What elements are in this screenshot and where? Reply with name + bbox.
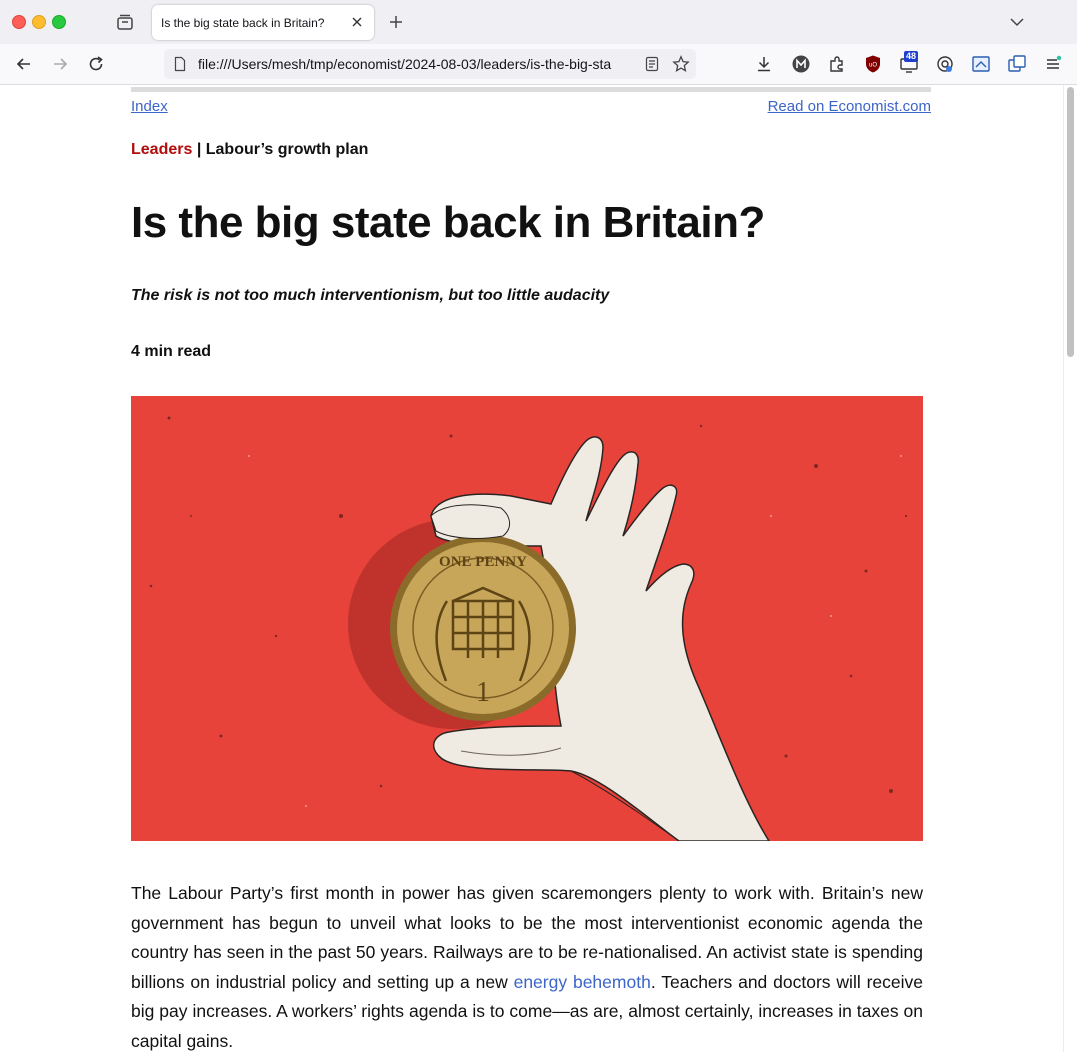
page-icon	[174, 56, 186, 72]
ublock-shield-icon[interactable]: uO	[863, 54, 883, 74]
navigation-toolbar: file:///Users/mesh/tmp/economist/2024-08…	[0, 44, 1077, 85]
tab-title: Is the big state back in Britain?	[161, 16, 325, 30]
extensions-puzzle-icon[interactable]	[827, 54, 847, 74]
notification-badge: 48	[904, 51, 919, 62]
reload-icon[interactable]	[86, 54, 106, 74]
account-m-icon[interactable]	[791, 54, 811, 74]
reader-view-icon[interactable]	[644, 56, 660, 72]
page-viewport: Index Read on Economist.com Leaders | La…	[0, 85, 1063, 1052]
article-headline: Is the big state back in Britain?	[131, 198, 765, 247]
read-on-economist-link[interactable]: Read on Economist.com	[768, 98, 931, 115]
chevron-down-icon[interactable]	[1008, 13, 1026, 31]
multi-window-icon[interactable]	[1007, 54, 1027, 74]
url-text[interactable]: file:///Users/mesh/tmp/economist/2024-08…	[198, 56, 638, 72]
scrollbar-thumb[interactable]	[1067, 87, 1074, 357]
tab-overview-icon[interactable]	[116, 13, 134, 31]
active-tab[interactable]: Is the big state back in Britain?	[152, 5, 374, 40]
section-label: Leaders	[131, 141, 193, 158]
energy-behemoth-link[interactable]: energy behemoth	[514, 972, 651, 992]
downloads-icon[interactable]	[754, 54, 774, 74]
rubric-title: Labour’s growth plan	[205, 141, 369, 158]
back-arrow-icon[interactable]	[14, 54, 34, 74]
coin-legend-text: ONE PENNY	[439, 554, 527, 570]
app-menu-icon[interactable]	[1043, 54, 1063, 74]
tracker-icon[interactable]	[935, 54, 955, 74]
top-divider	[131, 87, 931, 92]
coin-numeral: 1	[476, 677, 490, 708]
index-link[interactable]: Index	[131, 98, 168, 115]
monitor-extension-button[interactable]: 48	[899, 51, 921, 74]
tab-bar: Is the big state back in Britain?	[0, 0, 1077, 44]
hero-illustration: ONE PENNY 1	[131, 396, 923, 841]
address-bar[interactable]: file:///Users/mesh/tmp/economist/2024-08…	[164, 49, 696, 79]
svg-text:uO: uO	[869, 63, 877, 69]
close-window-button[interactable]	[12, 15, 26, 29]
maximize-window-button[interactable]	[52, 15, 66, 29]
read-time: 4 min read	[131, 343, 212, 360]
sidebar-sync-icon[interactable]	[971, 54, 991, 74]
new-tab-icon[interactable]	[386, 12, 406, 32]
bookmark-star-icon[interactable]	[672, 55, 690, 73]
close-tab-icon[interactable]	[349, 14, 365, 30]
article-rubric: Leaders | Labour’s growth plan	[131, 141, 368, 159]
rubric-separator: |	[192, 141, 206, 158]
forward-arrow-icon[interactable]	[50, 54, 70, 74]
minimize-window-button[interactable]	[32, 15, 46, 29]
article-body-paragraph: The Labour Party’s first month in power …	[131, 879, 923, 1052]
article-subheadline: The risk is not too much interventionism…	[131, 287, 610, 304]
vertical-scrollbar[interactable]	[1063, 85, 1077, 1052]
